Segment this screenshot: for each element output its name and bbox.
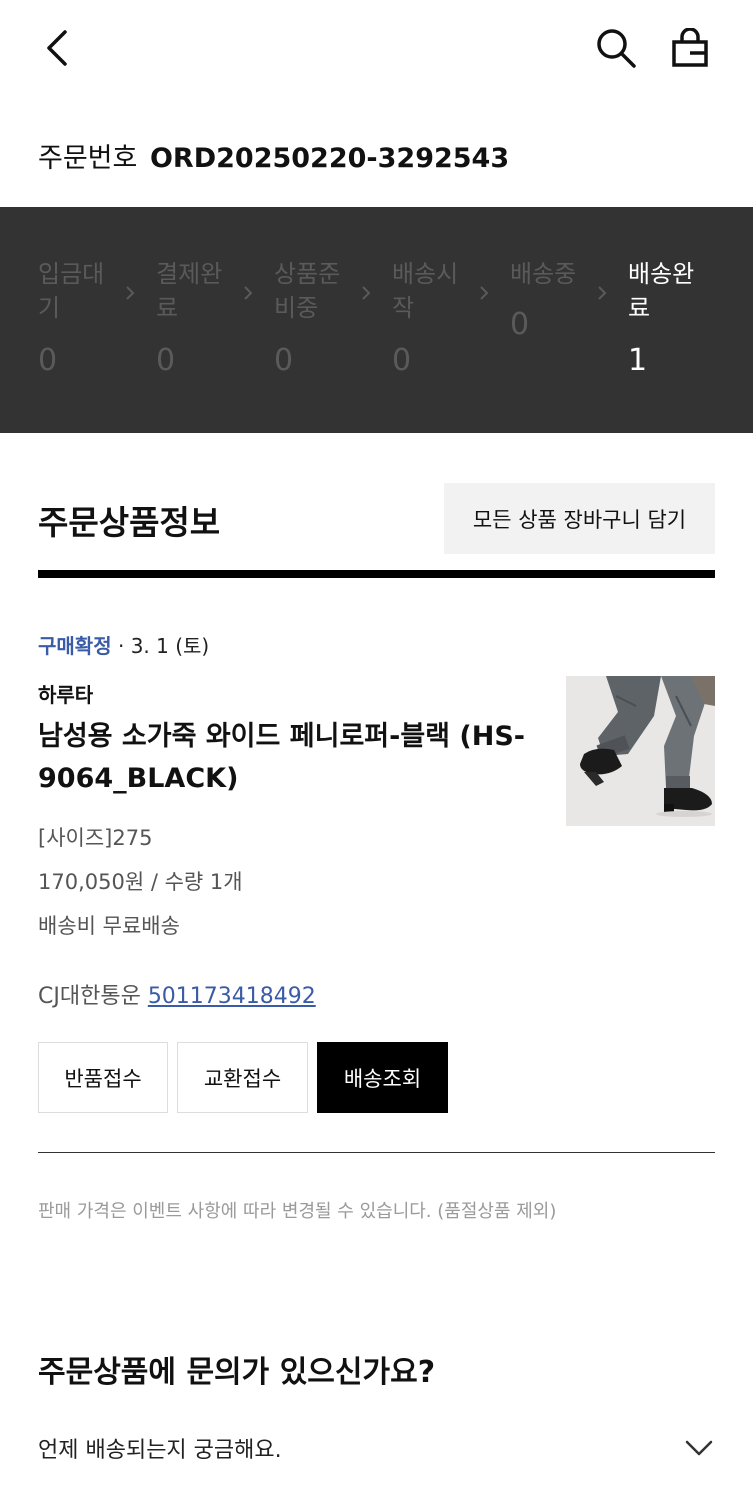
step-awaiting-deposit: 입금대기 0 (38, 257, 118, 378)
purchase-date: 3. 1 (토) (130, 634, 210, 658)
faq-item[interactable]: 언제 배송되는지 궁금해요. (38, 1432, 715, 1468)
order-number-value: ORD20250220-3292543 (149, 143, 510, 174)
courier-name: CJ대한통운 (38, 984, 141, 1009)
step-payment-complete: 결제완료 0 (156, 257, 236, 378)
delivery-status-bar: 입금대기 0 결제완료 0 상품준비중 0 배송시작 0 배송중 0 배송완료 … (0, 207, 753, 433)
chevron-down-icon (685, 1440, 713, 1456)
step-preparing: 상품준비중 0 (274, 257, 354, 378)
step-in-transit: 배송중 0 (510, 257, 590, 342)
chevron-right-icon (126, 286, 135, 300)
chevron-right-icon (480, 286, 489, 300)
step-label: 배송중 (510, 260, 577, 288)
faq-title: 주문상품에 문의가 있으신가요? (38, 1355, 436, 1390)
courier-info: CJ대한통운 501173418492 (38, 978, 316, 1010)
step-label: 배송시작 (392, 260, 459, 322)
product-image[interactable] (566, 676, 715, 826)
shipping-fee: 배송비 무료배송 (38, 914, 180, 938)
tracking-number-link[interactable]: 501173418492 (148, 984, 316, 1009)
price-notice: 판매 가격은 이벤트 사항에 따라 변경될 수 있습니다. (품절상품 제외) (38, 1201, 557, 1222)
product-option-size: [사이즈]275 (38, 826, 153, 850)
order-number: 주문번호 ORD20250220-3292543 (38, 136, 509, 175)
step-label: 배송완료 (628, 260, 695, 322)
product-price-quantity: 170,050원 / 수량 1개 (38, 870, 243, 894)
product-photo-loafers (566, 676, 715, 826)
faq-question: 언제 배송되는지 궁금해요. (38, 1438, 282, 1463)
step-count: 0 (392, 343, 412, 378)
shopping-bag-icon[interactable] (664, 22, 716, 74)
step-count: 0 (38, 343, 58, 378)
step-count: 1 (628, 343, 648, 378)
search-icon[interactable] (590, 22, 642, 74)
step-count: 0 (156, 343, 176, 378)
step-label: 상품준비중 (274, 260, 341, 322)
step-label: 입금대기 (38, 260, 105, 322)
back-arrow-icon[interactable] (30, 22, 82, 74)
chevron-right-icon (244, 286, 253, 300)
order-number-label: 주문번호 (38, 143, 138, 174)
return-request-button[interactable]: 반품접수 (38, 1042, 168, 1113)
item-divider (38, 1152, 715, 1153)
step-shipping-started: 배송시작 0 (392, 257, 472, 378)
product-brand[interactable]: 하루타 (38, 679, 93, 708)
purchase-status-badge: 구매확정 (38, 634, 112, 658)
step-count: 0 (510, 307, 530, 342)
top-bar (0, 0, 753, 95)
add-all-to-cart-button[interactable]: 모든 상품 장바구니 담기 (444, 483, 715, 554)
chevron-right-icon (598, 286, 607, 300)
section-divider (38, 570, 715, 578)
purchase-status-line: 구매확정 · 3. 1 (토) (38, 630, 209, 659)
chevron-right-icon (362, 286, 371, 300)
step-delivered: 배송완료 1 (628, 257, 708, 378)
section-title: 주문상품정보 (38, 503, 221, 542)
exchange-request-button[interactable]: 교환접수 (177, 1042, 308, 1113)
status-separator: · (111, 634, 131, 658)
track-delivery-button[interactable]: 배송조회 (317, 1042, 448, 1113)
step-label: 결제완료 (156, 260, 223, 322)
step-count: 0 (274, 343, 294, 378)
product-name[interactable]: 남성용 소가죽 와이드 페니로퍼-블랙 (HS-9064_BLACK) (38, 716, 538, 800)
